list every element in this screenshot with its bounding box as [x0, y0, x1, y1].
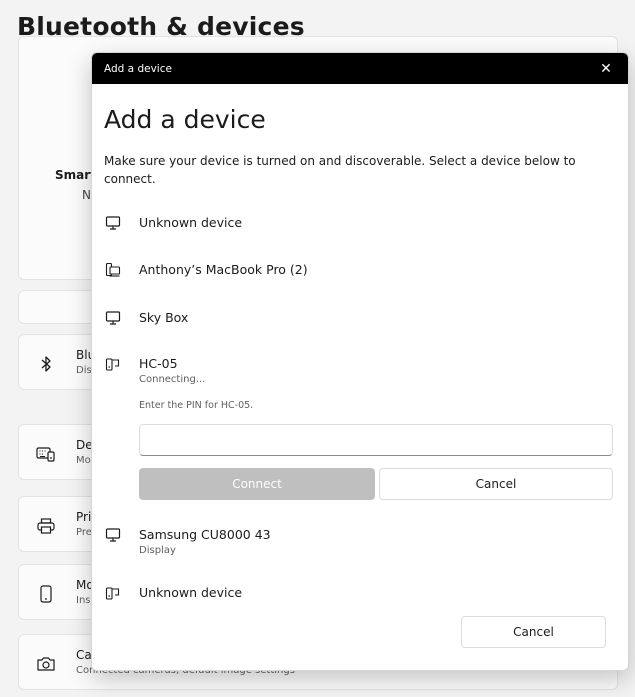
close-icon[interactable]: ✕ — [596, 59, 616, 79]
add-device-dialog: Add a device ✕ Add a device Make sure yo… — [91, 52, 629, 671]
printer-icon — [35, 515, 57, 537]
settings-row-title: Ca — [76, 648, 92, 662]
device-name: HC-05 — [139, 356, 178, 371]
device-name: Unknown device — [139, 215, 243, 230]
device-list-item[interactable]: Unknown device — [92, 208, 628, 244]
hero-device-name: Smart — [55, 168, 96, 182]
device-list-item[interactable]: Unknown device — [92, 578, 628, 614]
device-name: Sky Box — [139, 310, 189, 325]
monitor-icon — [104, 309, 122, 327]
dialog-window-title: Add a device — [104, 62, 172, 75]
hero-device-status: N — [82, 188, 91, 202]
settings-row-subtitle: Pre — [76, 527, 92, 538]
dialog-heading: Add a device — [104, 105, 266, 134]
dialog-description: Make sure your device is turned on and d… — [104, 154, 576, 186]
cancel-button[interactable]: Cancel — [461, 616, 606, 648]
cancel-pin-button[interactable]: Cancel — [379, 468, 613, 500]
monitor-icon — [104, 214, 122, 232]
settings-row-subtitle: Ins — [76, 595, 91, 606]
laptop-phone-icon — [104, 261, 122, 279]
pin-prompt: Enter the PIN for HC-05. — [139, 400, 254, 411]
phone-icon — [35, 583, 57, 605]
device-list-item-selected[interactable]: HC-05 Connecting... — [92, 349, 628, 395]
device-audio-icon — [104, 584, 122, 602]
device-name: Anthony’s MacBook Pro (2) — [139, 262, 308, 277]
device-audio-icon — [104, 355, 122, 373]
device-list-item[interactable]: Anthony’s MacBook Pro (2) — [92, 255, 628, 291]
settings-row-title: Pri — [76, 510, 92, 524]
camera-icon — [35, 653, 57, 675]
pin-input[interactable] — [139, 424, 613, 456]
device-list-item[interactable]: Sky Box — [92, 303, 628, 339]
dialog-titlebar: Add a device ✕ — [92, 53, 628, 84]
device-type: Display — [139, 545, 176, 556]
settings-row-subtitle: Dis — [76, 365, 92, 376]
device-name: Samsung CU8000 43 — [139, 527, 271, 542]
device-list-item[interactable]: Samsung CU8000 43 Display — [92, 520, 628, 564]
keyboard-icon — [35, 443, 57, 465]
device-status: Connecting... — [139, 374, 206, 385]
connect-button[interactable]: Connect — [139, 468, 375, 500]
device-name: Unknown device — [139, 585, 243, 600]
monitor-icon — [104, 526, 122, 544]
bluetooth-icon — [35, 353, 57, 375]
settings-row-subtitle: Mo — [76, 455, 91, 466]
